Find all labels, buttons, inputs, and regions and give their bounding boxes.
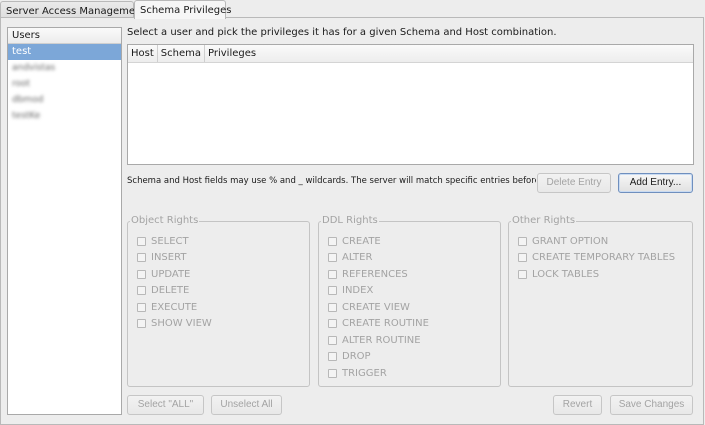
checkbox-icon[interactable]: [328, 351, 337, 361]
ddl-rights-group: DDL Rights CREATE ALTER REFERENCES INDEX…: [318, 215, 501, 387]
instruction-text: Select a user and pick the privileges it…: [127, 27, 557, 38]
checkbox-alter[interactable]: ALTER: [328, 250, 372, 264]
user-item[interactable]: andvistas: [8, 60, 121, 76]
column-header-host[interactable]: Host: [128, 45, 158, 62]
users-list-header: Users: [8, 28, 121, 44]
checkbox-icon[interactable]: [328, 368, 337, 378]
checkbox-alter-routine[interactable]: ALTER ROUTINE: [328, 333, 421, 347]
checkbox-icon[interactable]: [137, 302, 146, 312]
revert-button[interactable]: Revert: [553, 395, 602, 415]
checkbox-drop[interactable]: DROP: [328, 349, 371, 363]
checkbox-update[interactable]: UPDATE: [137, 267, 190, 281]
checkbox-icon[interactable]: [137, 318, 146, 328]
checkbox-show-view[interactable]: SHOW VIEW: [137, 316, 212, 330]
checkbox-icon[interactable]: [328, 318, 337, 328]
user-item[interactable]: testKe: [8, 108, 121, 124]
checkbox-icon[interactable]: [328, 302, 337, 312]
user-item-selected[interactable]: test: [8, 44, 121, 60]
checkbox-icon[interactable]: [328, 285, 337, 295]
checkbox-create[interactable]: CREATE: [328, 234, 381, 248]
checkbox-icon[interactable]: [328, 335, 337, 345]
checkbox-delete[interactable]: DELETE: [137, 283, 189, 297]
checkbox-index[interactable]: INDEX: [328, 283, 373, 297]
checkbox-execute[interactable]: EXECUTE: [137, 300, 197, 314]
add-entry-button[interactable]: Add Entry...: [618, 173, 693, 193]
checkbox-insert[interactable]: INSERT: [137, 250, 186, 264]
checkbox-select[interactable]: SELECT: [137, 234, 189, 248]
checkbox-icon[interactable]: [518, 236, 527, 246]
checkbox-references[interactable]: REFERENCES: [328, 267, 408, 281]
checkbox-icon[interactable]: [328, 236, 337, 246]
checkbox-lock-tables[interactable]: LOCK TABLES: [518, 267, 599, 281]
checkbox-icon[interactable]: [137, 236, 146, 246]
save-changes-button[interactable]: Save Changes: [610, 395, 693, 415]
checkbox-grant-option[interactable]: GRANT OPTION: [518, 234, 608, 248]
unselect-all-button[interactable]: Unselect All: [211, 395, 282, 415]
checkbox-create-routine[interactable]: CREATE ROUTINE: [328, 316, 429, 330]
checkbox-icon[interactable]: [518, 252, 527, 262]
privileges-table[interactable]: Host Schema Privileges: [127, 44, 694, 165]
column-header-schema[interactable]: Schema: [158, 45, 205, 62]
user-item[interactable]: dbmod: [8, 92, 121, 108]
object-rights-title: Object Rights: [130, 215, 200, 226]
checkbox-icon[interactable]: [518, 269, 527, 279]
checkbox-icon[interactable]: [137, 252, 146, 262]
checkbox-icon[interactable]: [328, 269, 337, 279]
users-list[interactable]: Users test andvistas root dbmod testKe: [7, 27, 122, 415]
select-all-button[interactable]: Select "ALL": [127, 395, 204, 415]
checkbox-icon[interactable]: [328, 252, 337, 262]
user-item[interactable]: root: [8, 76, 121, 92]
tab-schema-privileges[interactable]: Schema Privileges: [134, 0, 231, 19]
checkbox-trigger[interactable]: TRIGGER: [328, 366, 387, 380]
checkbox-icon[interactable]: [137, 269, 146, 279]
checkbox-create-temporary-tables[interactable]: CREATE TEMPORARY TABLES: [518, 250, 675, 264]
object-rights-group: Object Rights SELECT INSERT UPDATE DELET…: [127, 215, 310, 387]
checkbox-create-view[interactable]: CREATE VIEW: [328, 300, 410, 314]
delete-entry-button[interactable]: Delete Entry: [537, 173, 611, 193]
wildcard-note: Schema and Host fields may use % and _ w…: [127, 176, 536, 186]
other-rights-title: Other Rights: [511, 215, 577, 226]
privileges-table-header: Host Schema Privileges: [128, 45, 693, 63]
column-header-privileges[interactable]: Privileges: [205, 45, 259, 62]
other-rights-group: Other Rights GRANT OPTION CREATE TEMPORA…: [508, 215, 693, 387]
checkbox-icon[interactable]: [137, 285, 146, 295]
ddl-rights-title: DDL Rights: [321, 215, 379, 226]
